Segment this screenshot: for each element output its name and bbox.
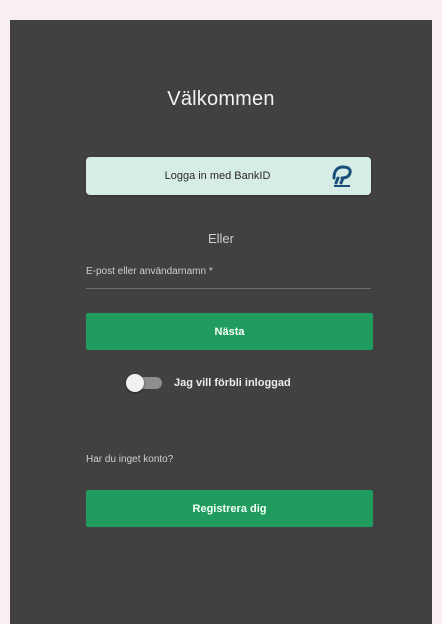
login-panel: Välkommen Logga in med BankID Eller E-po… <box>10 20 432 624</box>
no-account-text: Har du inget konto? <box>86 454 174 465</box>
bankid-login-button[interactable]: Logga in med BankID <box>86 157 371 195</box>
separator-text: Eller <box>207 231 234 246</box>
email-field-label: E-post eller användarnamn * <box>86 266 213 277</box>
page-title: Välkommen <box>167 88 275 110</box>
bankid-button-label: Logga in med BankID <box>164 170 271 182</box>
register-button[interactable]: Registrera dig <box>86 490 373 527</box>
email-username-field[interactable]: E-post eller användarnamn * <box>86 265 371 289</box>
bankid-icon <box>332 165 352 187</box>
next-button[interactable]: Nästa <box>86 313 373 350</box>
toggle-switch[interactable] <box>126 374 162 392</box>
stay-signed-in-toggle[interactable]: Jag vill förbli inloggad <box>126 373 291 393</box>
stay-signed-in-label: Jag vill förbli inloggad <box>174 377 291 389</box>
toggle-knob <box>126 374 144 392</box>
